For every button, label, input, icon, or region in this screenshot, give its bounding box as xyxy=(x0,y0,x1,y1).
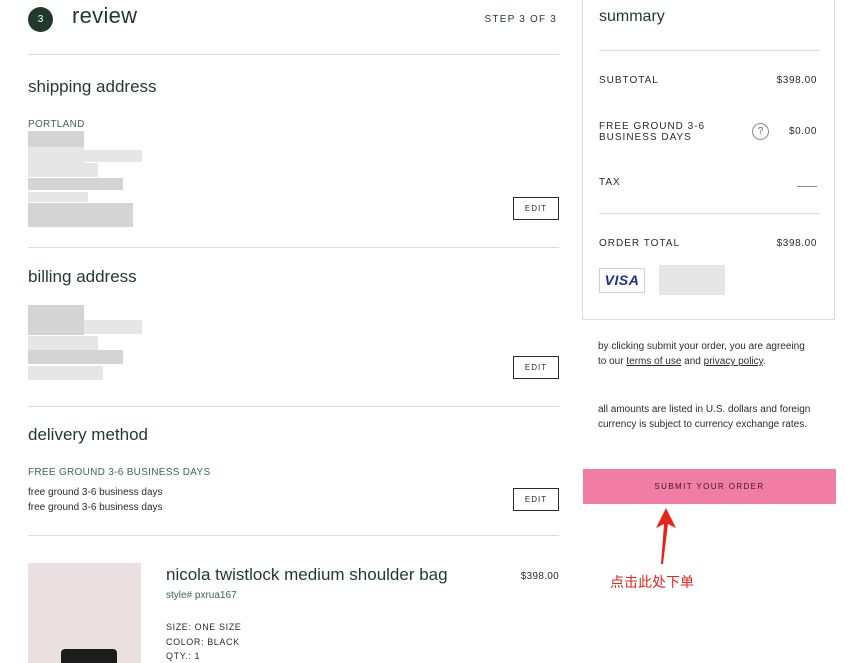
subtotal-value: $398.00 xyxy=(776,75,817,86)
edit-delivery-button[interactable]: EDIT xyxy=(513,488,559,511)
agree-and: and xyxy=(681,356,704,367)
redacted-address-line xyxy=(28,350,123,364)
agree-period: . xyxy=(762,356,766,367)
product-image[interactable] xyxy=(28,563,141,663)
product-price: $398.00 xyxy=(520,571,559,582)
divider xyxy=(599,50,820,51)
page-title: review xyxy=(72,3,138,28)
redacted-address-line xyxy=(84,150,142,162)
annotation-text: 点击此处下单 xyxy=(610,574,694,590)
order-total-label: ORDER TOTAL xyxy=(599,238,681,249)
product-name[interactable]: nicola twistlock medium shoulder bag xyxy=(166,565,448,585)
shipping-label-line2: BUSINESS DAYS xyxy=(599,132,692,143)
shipping-label: FREE GROUND 3-6 xyxy=(599,121,706,132)
redacted-address-line xyxy=(28,163,98,177)
order-total-value: $398.00 xyxy=(776,238,817,249)
visa-card-icon: VISA xyxy=(599,268,645,293)
product-color: COLOR: BLACK xyxy=(166,637,240,647)
delivery-method-title: delivery method xyxy=(28,425,149,444)
edit-shipping-button[interactable]: EDIT xyxy=(513,197,559,220)
redacted-address-line xyxy=(28,305,84,335)
delivery-method-name: FREE GROUND 3-6 BUSINESS DAYS xyxy=(28,467,211,478)
product-quantity: QTY.: 1 xyxy=(166,651,201,661)
billing-address-title: billing address xyxy=(28,267,137,286)
delivery-method-detail: free ground 3-6 business days xyxy=(28,487,163,498)
redacted-address-line xyxy=(28,203,133,227)
step-number-badge: 3 xyxy=(28,7,53,32)
divider xyxy=(28,406,559,407)
annotation-arrow-icon xyxy=(656,508,676,564)
edit-billing-button[interactable]: EDIT xyxy=(513,356,559,379)
redacted-address-line xyxy=(28,192,88,202)
terms-agreement-text: by clicking submit your order, you are a… xyxy=(598,339,813,369)
step-indicator: STEP 3 OF 3 xyxy=(484,14,557,25)
shipping-value: $0.00 xyxy=(788,126,817,137)
summary-title: summary xyxy=(599,8,665,25)
redacted-card-number xyxy=(659,265,725,295)
product-style: style# pxrua167 xyxy=(166,590,237,601)
divider xyxy=(28,54,559,55)
tax-label: TAX xyxy=(599,177,621,188)
redacted-address-line xyxy=(28,147,84,163)
redacted-address-line xyxy=(28,178,123,190)
divider xyxy=(28,535,559,536)
divider xyxy=(599,213,820,214)
shipping-address-title: shipping address xyxy=(28,77,157,96)
tax-value-dash xyxy=(797,186,817,187)
order-summary-panel: summary SUBTOTAL $398.00 FREE GROUND 3-6… xyxy=(582,0,835,320)
bag-image xyxy=(61,649,117,663)
redacted-address-line xyxy=(28,366,103,380)
currency-note: all amounts are listed in U.S. dollars a… xyxy=(598,404,811,430)
privacy-policy-link[interactable]: privacy policy xyxy=(704,356,763,367)
delivery-method-detail: free ground 3-6 business days xyxy=(28,502,163,513)
product-size: SIZE: ONE SIZE xyxy=(166,622,242,632)
subtotal-label: SUBTOTAL xyxy=(599,75,659,86)
terms-of-use-link[interactable]: terms of use xyxy=(626,356,681,367)
review-column: 3 review STEP 3 OF 3 shipping address PO… xyxy=(28,0,559,663)
shipping-city: PORTLAND xyxy=(28,119,85,130)
redacted-address-line xyxy=(28,336,98,350)
help-icon[interactable]: ? xyxy=(752,123,769,140)
review-header: 3 review STEP 3 OF 3 xyxy=(28,3,559,36)
submit-order-button[interactable]: SUBMIT YOUR ORDER xyxy=(583,469,836,504)
divider xyxy=(28,247,559,248)
redacted-address-line xyxy=(28,131,84,147)
redacted-address-line xyxy=(84,320,142,334)
